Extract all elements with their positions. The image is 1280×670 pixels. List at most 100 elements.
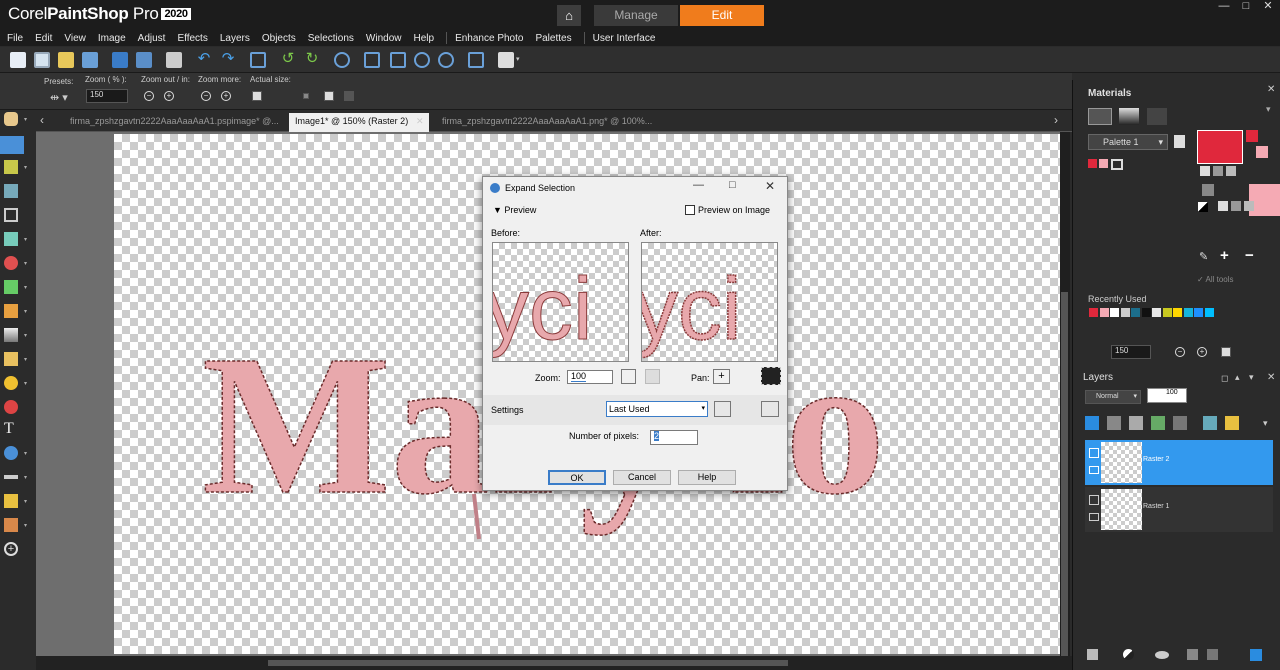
new-from-clipboard-icon[interactable] (34, 52, 50, 68)
fg-transparent-icon[interactable] (1226, 166, 1236, 176)
close-button[interactable]: ✕ (1258, 0, 1278, 14)
background-color-swatch[interactable] (1249, 184, 1280, 216)
help-button[interactable]: Help (678, 470, 736, 485)
warp-brush-icon[interactable] (4, 494, 18, 508)
layers-pin-icon[interactable]: ▴ (1235, 372, 1240, 383)
recent-color-swatch[interactable] (1204, 308, 1214, 317)
actual-size-button[interactable] (252, 91, 262, 101)
all-tools-label[interactable]: ✓ All tools (1197, 275, 1234, 284)
rotate-right-icon[interactable]: ↻ (304, 51, 320, 68)
selection-preview-toggle-icon[interactable] (761, 367, 781, 385)
straighten-tool-icon[interactable] (4, 232, 18, 246)
layer-properties-icon[interactable] (1250, 649, 1262, 661)
red-eye-tool-icon[interactable] (4, 256, 18, 270)
layers-menu-icon[interactable]: ▾ (1249, 372, 1254, 383)
menu-palettes[interactable]: Palettes (535, 33, 571, 44)
menu-enhance-photo[interactable]: Enhance Photo (455, 33, 523, 44)
layer-visibility-icon[interactable] (1089, 495, 1099, 505)
recent-color-swatch[interactable] (1152, 308, 1161, 317)
new-raster-icon[interactable] (1087, 649, 1098, 660)
materials-actual-size-button[interactable] (1221, 347, 1231, 357)
tab-doc-3[interactable]: firma_zpshzgavtn2222AaaAaaAaA1.png* @ 10… (436, 113, 656, 132)
preview-toggle[interactable]: ▼ Preview (493, 205, 536, 215)
smudge-tool-icon[interactable] (4, 518, 18, 532)
layer-visibility-icon[interactable] (1089, 448, 1099, 458)
materials-menu-icon[interactable]: ▾ (1266, 104, 1271, 115)
materials-close-icon[interactable]: ✕ (1267, 84, 1275, 95)
menu-edit[interactable]: Edit (35, 33, 52, 44)
preview-on-image-checkbox[interactable] (685, 205, 695, 215)
recent-color-swatch[interactable] (1141, 308, 1151, 317)
menu-image[interactable]: Image (98, 33, 126, 44)
ok-button[interactable]: OK (548, 470, 606, 485)
resize-icon[interactable] (250, 52, 266, 68)
presets-icon[interactable]: ⇹ ▾ (50, 91, 68, 104)
zoom-fit-button[interactable] (621, 369, 636, 384)
bg-texture-icon[interactable] (1231, 201, 1241, 211)
tab-edit[interactable]: Edit (680, 5, 764, 26)
adjustment-layer-icon[interactable] (1123, 649, 1134, 660)
bg-mini-swatch[interactable] (1256, 146, 1268, 158)
layer-up-icon[interactable] (1085, 416, 1099, 430)
chevron-down-icon[interactable]: ▾ (516, 52, 524, 68)
redo-icon[interactable]: ↷ (220, 51, 236, 68)
clone-tool-icon[interactable] (4, 280, 18, 294)
merge-icon[interactable] (1187, 649, 1198, 660)
small-bg-swatch[interactable] (1099, 159, 1108, 168)
recent-color-swatch[interactable] (1131, 308, 1140, 317)
dialog-minimize-button[interactable]: — (693, 179, 704, 191)
save-preset-icon[interactable] (714, 401, 731, 417)
layers-float-icon[interactable]: ◻ (1221, 373, 1228, 384)
menu-adjust[interactable]: Adjust (138, 33, 166, 44)
mask-layer-icon[interactable] (1151, 416, 1165, 430)
bg-transparent-icon[interactable] (1244, 201, 1254, 211)
crop-tool-icon[interactable] (4, 208, 18, 222)
fit-window-icon[interactable] (390, 52, 406, 68)
move-tool-icon[interactable] (0, 136, 24, 154)
bg-style-icon[interactable] (1218, 201, 1228, 211)
menu-window[interactable]: Window (366, 33, 402, 44)
recent-color-swatch[interactable] (1099, 308, 1109, 317)
fit-all-icon[interactable] (344, 91, 354, 101)
eraser-tool-icon[interactable] (4, 352, 18, 366)
zoom-percent-input[interactable]: 150 (86, 89, 128, 103)
recent-color-swatch[interactable] (1183, 308, 1193, 317)
info-icon[interactable] (334, 52, 350, 68)
fit-icon[interactable] (364, 52, 380, 68)
horizontal-scroll-thumb[interactable] (268, 660, 788, 666)
menu-help[interactable]: Help (413, 33, 434, 44)
settings-select[interactable]: Last Used ▾ (606, 401, 708, 417)
print-icon[interactable] (166, 52, 182, 68)
tab-manage[interactable]: Manage (594, 5, 678, 26)
blend-mode-select[interactable]: Normal ▾ (1085, 390, 1141, 404)
zoom-more-out-button[interactable]: − (201, 91, 211, 101)
number-of-pixels-input[interactable]: 2 (650, 430, 698, 445)
browse-icon[interactable] (82, 52, 98, 68)
pen-tool-icon[interactable] (4, 475, 18, 479)
layers-close-icon[interactable]: ✕ (1267, 372, 1275, 383)
cancel-button[interactable]: Cancel (613, 470, 671, 485)
add-swatch-icon[interactable]: + (1220, 247, 1229, 264)
materials-zoom-in-button[interactable]: + (1197, 347, 1207, 357)
remove-swatch-icon[interactable]: − (1245, 247, 1254, 264)
save-as-icon[interactable] (136, 52, 152, 68)
rainbow-tab[interactable] (1119, 108, 1139, 125)
selection-tool-icon[interactable] (4, 160, 18, 174)
recent-color-swatch[interactable] (1194, 308, 1203, 317)
tab-doc-1[interactable]: firma_zpshzgavtn2222AaaAaaAaA1.pspimage*… (64, 113, 278, 132)
undo-icon[interactable]: ↶ (196, 51, 212, 68)
fg-mini-swatch[interactable] (1246, 130, 1258, 142)
tabs-scroll-right-icon[interactable]: › (1054, 113, 1058, 127)
menu-effects[interactable]: Effects (177, 33, 207, 44)
dropper-tool-icon[interactable] (4, 184, 18, 198)
menu-layers[interactable]: Layers (220, 33, 250, 44)
text-tool-icon[interactable]: T (4, 421, 18, 437)
home-button[interactable]: ⌂ (557, 5, 581, 26)
menu-file[interactable]: File (7, 33, 23, 44)
swap-colors-icon[interactable] (1202, 184, 1214, 196)
tabs-scroll-left-icon[interactable]: ‹ (40, 113, 44, 127)
horizontal-scrollbar[interactable] (36, 656, 1072, 670)
recent-color-swatch[interactable] (1173, 308, 1182, 317)
vertical-scroll-thumb[interactable] (1061, 292, 1068, 658)
menu-user-interface[interactable]: User Interface (593, 33, 656, 44)
